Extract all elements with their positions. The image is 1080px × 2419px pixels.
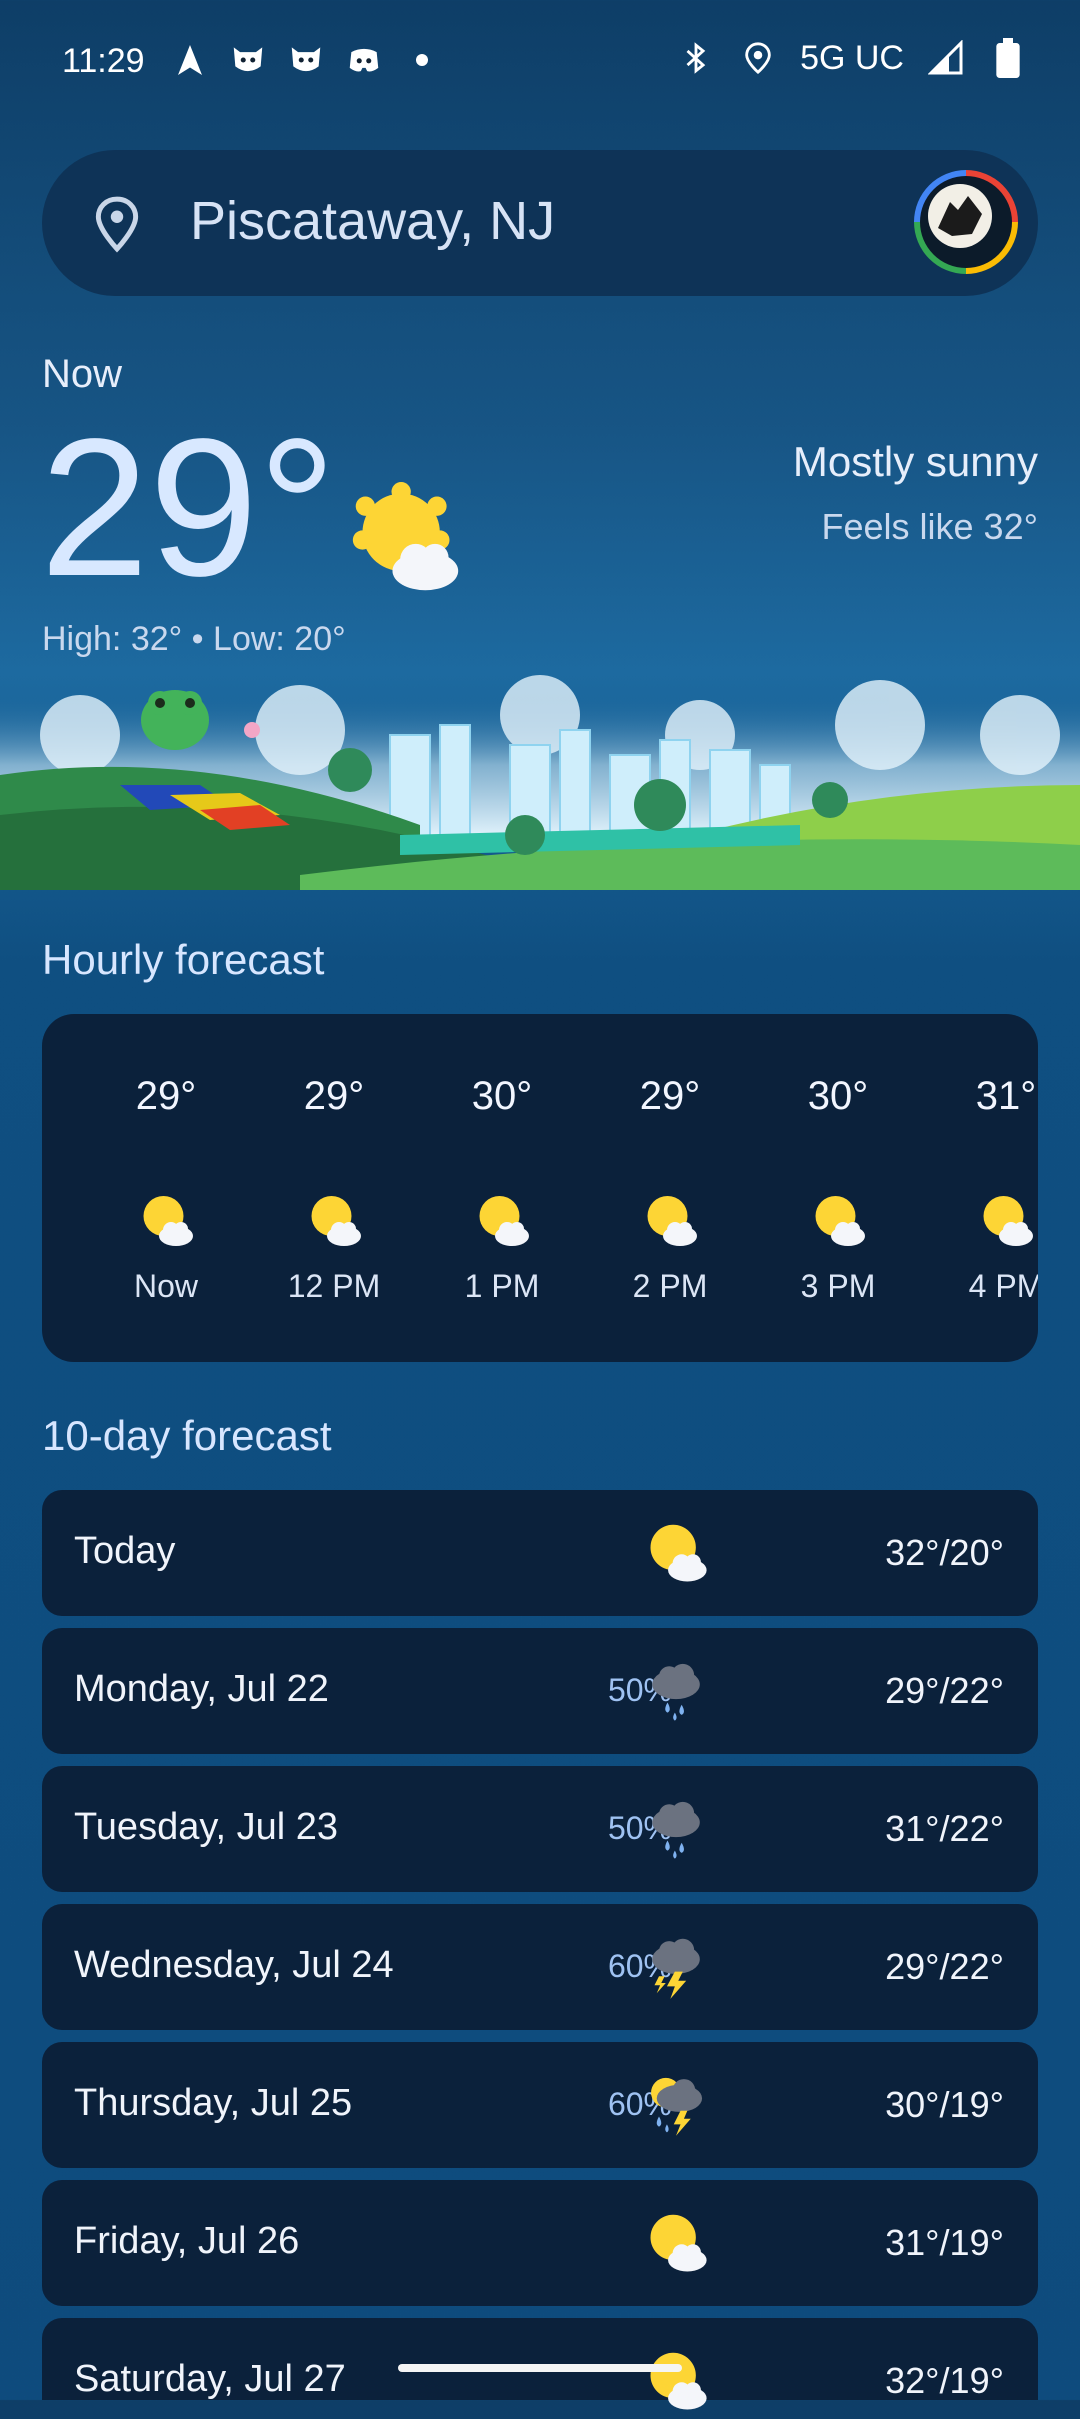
day-name: Today (74, 1530, 176, 1572)
day-temps: 31°/22° (885, 1808, 1004, 1849)
hourly-temp: 29° (135, 1074, 197, 1118)
hourly-temp: 29° (639, 1074, 701, 1118)
signal-icon (926, 38, 966, 78)
bluetooth-icon (676, 38, 716, 78)
location-icon (738, 38, 778, 78)
sun-cloud-icon (642, 2346, 710, 2419)
sun-cloud-icon (136, 1190, 196, 1255)
gesture-navigation-bar[interactable] (398, 2364, 682, 2372)
status-time: 11:29 (62, 42, 145, 80)
day-row[interactable]: Monday, Jul 22 50% 29°/22° (42, 1628, 1038, 1754)
day-row[interactable]: Tuesday, Jul 23 50% 31°/22° (42, 1766, 1038, 1892)
avatar-image (928, 184, 992, 248)
app-notification-icon (228, 40, 268, 80)
hourly-forecast-card[interactable]: 29° Now 29° 12 PM 30° 1 PM 29° 2 PM 30° … (42, 1014, 1038, 1362)
day-name: Saturday, Jul 27 (74, 2358, 346, 2400)
day-row[interactable]: Friday, Jul 26 31°/19° (42, 2180, 1038, 2306)
location-name: Piscataway, NJ (190, 191, 556, 251)
navigation-arrow-icon (170, 40, 210, 80)
location-pin-icon (92, 195, 142, 258)
sun-cloud-icon (348, 482, 464, 603)
location-search-bar[interactable]: Piscataway, NJ (42, 150, 1038, 296)
day-name: Friday, Jul 26 (74, 2220, 300, 2262)
day-row[interactable]: Wednesday, Jul 24 60% 29°/22° (42, 1904, 1038, 2030)
account-avatar[interactable] (914, 170, 1018, 274)
sun-cloud-icon (642, 1518, 710, 1591)
status-right-icons: 5G UC (676, 38, 1028, 78)
day-temps: 32°/19° (885, 2360, 1004, 2401)
day-temps: 31°/19° (885, 2222, 1004, 2263)
sun-cloud-icon (808, 1190, 868, 1255)
current-temperature: 29° (40, 398, 337, 617)
sun-cloud-icon (640, 1190, 700, 1255)
rain-icon (642, 1656, 710, 1729)
current-condition: Mostly sunny (792, 438, 1038, 485)
discord-icon (344, 40, 384, 80)
sun-cloud-icon (976, 1190, 1036, 1255)
sun-cloud-icon (472, 1190, 532, 1255)
hourly-label: 2 PM (632, 1268, 708, 1304)
hourly-label: 4 PM (968, 1268, 1038, 1304)
day-row[interactable]: Thursday, Jul 25 60% 30°/19° (42, 2042, 1038, 2168)
day-name: Thursday, Jul 25 (74, 2082, 353, 2124)
hourly-temp: 30° (471, 1074, 533, 1118)
day-name: Tuesday, Jul 23 (74, 1806, 339, 1848)
app-notification-icon (286, 40, 326, 80)
day-temps: 29°/22° (885, 1946, 1004, 1987)
daily-forecast-title: 10-day forecast (42, 1412, 332, 1459)
hourly-label: 1 PM (464, 1268, 540, 1304)
weather-scene-illustration (0, 675, 1080, 890)
sun-cloud-icon (642, 2208, 710, 2281)
day-row[interactable]: Today 32°/20° (42, 1490, 1038, 1616)
hourly-temp: 31° (975, 1074, 1037, 1118)
now-label: Now (42, 352, 123, 396)
thunderstorm-icon (642, 1932, 710, 2005)
day-temps: 32°/20° (885, 1532, 1004, 1573)
status-left-icons (170, 40, 442, 80)
hourly-temp: 30° (807, 1074, 869, 1118)
hourly-label: Now (133, 1268, 198, 1304)
rain-icon (642, 1794, 710, 1867)
battery-icon (988, 38, 1028, 78)
day-name: Monday, Jul 22 (74, 1668, 329, 1710)
network-type: 5G UC (800, 38, 904, 77)
sun-cloud-icon (304, 1190, 364, 1255)
hourly-temp: 29° (303, 1074, 365, 1118)
thunderstorm-rain-icon (642, 2070, 710, 2143)
feels-like: Feels like 32° (821, 506, 1039, 547)
high-low: High: 32° • Low: 20° (42, 620, 346, 658)
status-bar: 11:29 5G UC (0, 0, 1080, 120)
day-row[interactable]: Saturday, Jul 27 32°/19° (42, 2318, 1038, 2410)
hourly-forecast-title: Hourly forecast (42, 936, 325, 983)
hourly-label: 3 PM (800, 1268, 876, 1304)
more-notifications-dot-icon (402, 40, 442, 80)
day-name: Wednesday, Jul 24 (74, 1944, 394, 1986)
day-temps: 29°/22° (885, 1670, 1004, 1711)
hourly-label: 12 PM (287, 1268, 381, 1304)
day-temps: 30°/19° (885, 2084, 1004, 2125)
